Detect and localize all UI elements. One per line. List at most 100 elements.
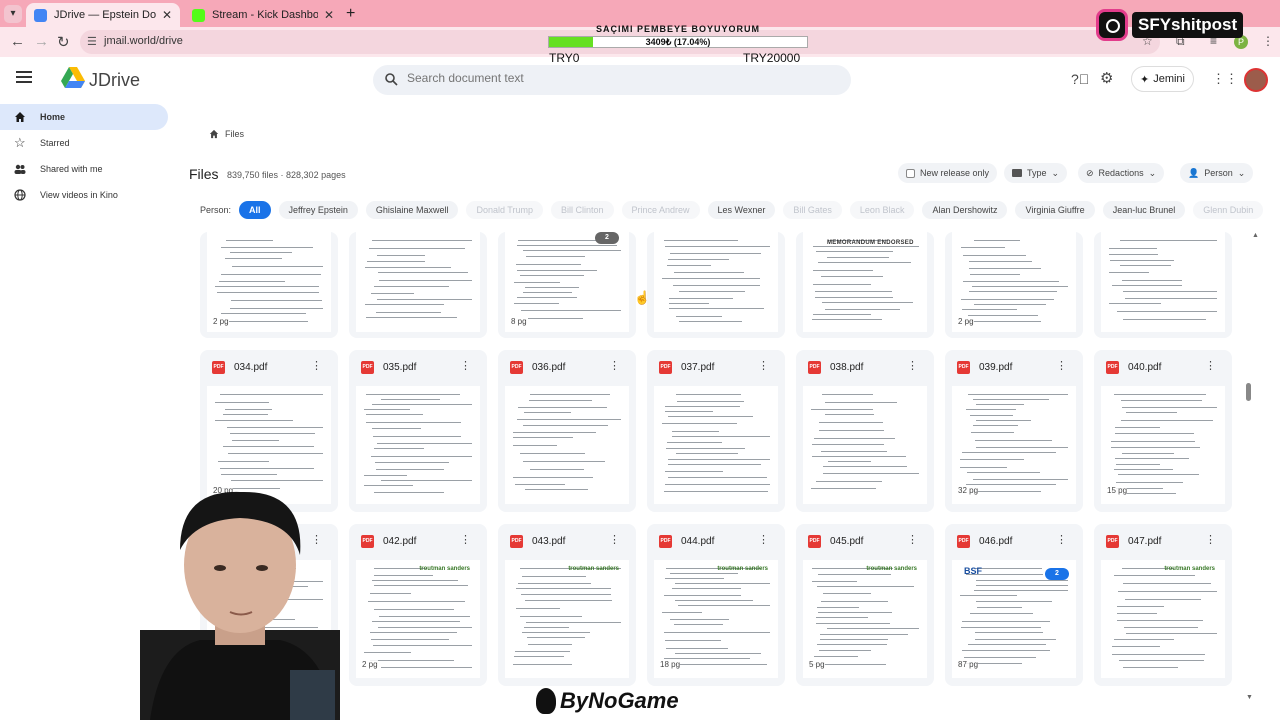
file-card[interactable]: 2 pg (945, 232, 1083, 338)
person-chip[interactable]: All (239, 201, 271, 219)
more-options-icon[interactable]: ⋮ (758, 534, 769, 546)
document-text-line (521, 594, 611, 595)
more-options-icon[interactable]: ⋮ (1205, 360, 1216, 372)
file-card[interactable]: PDF 044.pdf ⋮ troutman sanders 18 pg (647, 524, 785, 686)
file-card[interactable]: MEMORANDUM ENDORSED (796, 232, 934, 338)
document-text-line (816, 481, 882, 482)
person-chip[interactable]: Bill Gates (783, 201, 842, 219)
file-card[interactable]: 2 8 pg (498, 232, 636, 338)
more-options-icon[interactable]: ⋮ (609, 360, 620, 372)
new-release-checkbox[interactable] (906, 168, 915, 178)
document-text-line (825, 309, 900, 310)
person-chip[interactable]: Donald Trump (466, 201, 543, 219)
file-card[interactable]: PDF 036.pdf ⋮ (498, 350, 636, 512)
file-card[interactable]: PDF 042.pdf ⋮ troutman sanders 2 pg (349, 524, 487, 686)
search-input[interactable] (407, 71, 827, 85)
comment-count-badge[interactable]: 2 (595, 232, 619, 244)
file-card[interactable]: 2 pg (200, 232, 338, 338)
sidebar-item-kino[interactable]: View videos in Kino (0, 182, 172, 208)
main-menu-icon[interactable] (16, 71, 32, 83)
sidebar-item-home[interactable]: Home (0, 104, 168, 130)
file-card[interactable] (1094, 232, 1232, 338)
file-card[interactable]: PDF 039.pdf ⋮ 32 pg (945, 350, 1083, 512)
more-options-icon[interactable]: ⋮ (609, 534, 620, 546)
file-card[interactable] (349, 232, 487, 338)
browser-tab-jdrive[interactable]: JDrive — Epstein Document Ar ✕ (26, 3, 180, 27)
file-card[interactable]: PDF 043.pdf ⋮ troutman sanders (498, 524, 636, 686)
breadcrumb-item-files[interactable]: Files (225, 129, 244, 139)
person-chip[interactable]: Virginia Giuffre (1015, 201, 1095, 219)
document-text-line (1123, 319, 1206, 320)
more-options-icon[interactable]: ⋮ (460, 534, 471, 546)
more-options-icon[interactable]: ⋮ (758, 360, 769, 372)
user-avatar[interactable] (1244, 68, 1268, 92)
document-text-line (672, 431, 719, 432)
home-icon[interactable] (209, 129, 219, 139)
scroll-up-arrow-icon[interactable]: ▲ (1252, 232, 1259, 239)
site-info-icon[interactable]: ☰ (87, 35, 97, 48)
new-tab-icon[interactable]: + (346, 5, 355, 23)
reload-icon[interactable]: ↻ (57, 33, 70, 51)
person-filter[interactable]: 👤 Person ⌄ (1180, 163, 1254, 183)
document-text-line (976, 601, 1052, 602)
redactions-filter[interactable]: ⊘ Redactions ⌄ (1078, 163, 1165, 183)
more-options-icon[interactable]: ⋮ (1056, 534, 1067, 546)
browser-tab-kick[interactable]: Stream - Kick Dashboard ✕ (184, 3, 342, 27)
browser-menu-icon[interactable]: ⋮ (1262, 34, 1274, 48)
file-card[interactable]: PDF 040.pdf ⋮ 15 pg (1094, 350, 1232, 512)
document-text-line (517, 270, 597, 271)
person-chip[interactable]: Alan Dershowitz (922, 201, 1008, 219)
more-options-icon[interactable]: ⋮ (460, 360, 471, 372)
file-card[interactable]: PDF 047.pdf ⋮ troutman sanders (1094, 524, 1232, 686)
apps-grid-icon[interactable]: ⋮⋮ (1212, 71, 1238, 87)
file-card[interactable] (647, 232, 785, 338)
file-card[interactable]: PDF 046.pdf ⋮ BSF 2 87 pg (945, 524, 1083, 686)
forward-icon[interactable]: → (34, 33, 49, 50)
document-text-line (1112, 646, 1160, 647)
document-text-line (820, 639, 888, 640)
more-options-icon[interactable]: ⋮ (311, 360, 322, 372)
more-options-icon[interactable]: ⋮ (1205, 534, 1216, 546)
close-tab-icon[interactable]: ✕ (324, 8, 334, 22)
help-icon[interactable]: ?⃝ (1071, 71, 1089, 87)
scrollbar-thumb[interactable] (1246, 383, 1251, 401)
tab-search-button[interactable]: ▾ (4, 5, 22, 23)
file-card[interactable]: PDF 045.pdf ⋮ troutman sanders 5 pg (796, 524, 934, 686)
more-options-icon[interactable]: ⋮ (907, 534, 918, 546)
person-chip[interactable]: Leon Black (849, 201, 915, 219)
person-chip[interactable]: Ghislaine Maxwell (365, 201, 459, 219)
more-options-icon[interactable]: ⋮ (1056, 360, 1067, 372)
person-chip[interactable]: Glenn Dubin (1193, 201, 1264, 219)
document-text-line (816, 623, 890, 624)
document-text-line (960, 459, 1024, 460)
scroll-down-arrow-icon[interactable]: ▼ (1246, 694, 1253, 701)
type-filter[interactable]: Type ⌄ (1004, 163, 1068, 183)
close-tab-icon[interactable]: ✕ (162, 8, 172, 22)
document-text-line (969, 261, 1032, 262)
search-bar[interactable] (373, 65, 851, 95)
settings-gear-icon[interactable]: ⚙ (1100, 69, 1113, 87)
file-card[interactable]: PDF 038.pdf ⋮ (796, 350, 934, 512)
document-text-line (227, 427, 323, 428)
document-text-line (374, 286, 449, 287)
person-chip[interactable]: Bill Clinton (550, 201, 614, 219)
document-text-line (1114, 394, 1206, 395)
sidebar-item-starred[interactable]: ☆ Starred (0, 130, 172, 156)
file-card[interactable]: PDF 037.pdf ⋮ (647, 350, 785, 512)
person-chip[interactable]: Jean-luc Brunel (1102, 201, 1186, 219)
back-icon[interactable]: ← (10, 33, 25, 50)
document-text-line (1111, 447, 1200, 448)
person-chip[interactable]: Jeffrey Epstein (278, 201, 358, 219)
jemini-button[interactable]: ✦ Jemini (1131, 66, 1194, 92)
chevron-down-icon: ⌄ (1051, 167, 1060, 178)
letterhead-logo: troutman sanders (1164, 566, 1215, 572)
file-card[interactable]: PDF 035.pdf ⋮ (349, 350, 487, 512)
new-release-toggle[interactable]: New release only (898, 163, 998, 183)
comment-count-badge[interactable]: 2 (1045, 568, 1069, 580)
document-text-line (1121, 400, 1202, 401)
more-options-icon[interactable]: ⋮ (907, 360, 918, 372)
document-text-line (375, 462, 449, 463)
sidebar-item-shared[interactable]: Shared with me (0, 156, 172, 182)
person-chip[interactable]: Les Wexner (707, 201, 776, 219)
person-chip[interactable]: Prince Andrew (621, 201, 700, 219)
